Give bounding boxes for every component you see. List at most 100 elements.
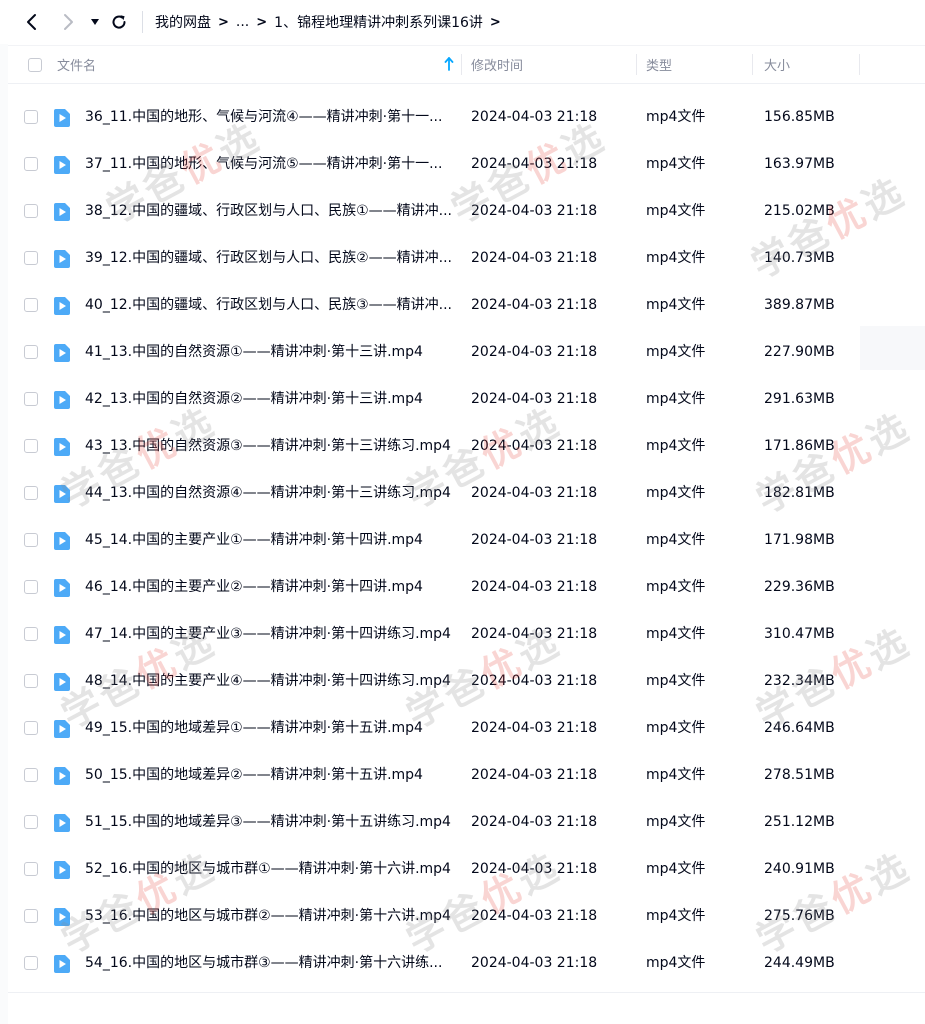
file-size: 156.85MB — [764, 109, 835, 125]
video-file-icon — [54, 250, 70, 268]
forward-button[interactable] — [52, 6, 84, 38]
file-type: mp4文件 — [646, 814, 706, 830]
row-checkbox[interactable] — [24, 533, 38, 547]
row-checkbox[interactable] — [24, 721, 38, 735]
history-dropdown-button[interactable] — [86, 6, 104, 38]
file-name[interactable]: 46_14.中国的主要产业②——精讲冲刺·第十四讲.mp4 — [85, 564, 455, 611]
file-row[interactable]: 47_14.中国的主要产业③——精讲冲刺·第十四讲练习.mp4 2024-04-… — [8, 611, 925, 658]
file-name[interactable]: 52_16.中国的地区与城市群①——精讲冲刺·第十六讲.mp4 — [85, 846, 455, 893]
left-edge — [0, 44, 8, 1024]
back-button[interactable] — [16, 6, 48, 38]
video-file-icon — [54, 297, 70, 315]
row-checkbox[interactable] — [24, 486, 38, 500]
column-header-type[interactable]: 类型 — [646, 46, 672, 83]
breadcrumb-root[interactable]: 我的网盘 — [155, 12, 211, 32]
file-row[interactable]: 46_14.中国的主要产业②——精讲冲刺·第十四讲.mp4 2024-04-03… — [8, 564, 925, 611]
file-modified-time: 2024-04-03 21:18 — [471, 626, 598, 642]
file-name[interactable]: 48_14.中国的主要产业④——精讲冲刺·第十四讲练习.mp4 — [85, 658, 455, 705]
breadcrumb-current[interactable]: 1、锦程地理精讲冲刺系列课16讲 — [274, 12, 483, 32]
file-type: mp4文件 — [646, 250, 706, 266]
row-checkbox[interactable] — [24, 251, 38, 265]
row-checkbox[interactable] — [24, 298, 38, 312]
breadcrumb: 我的网盘 > ... > 1、锦程地理精讲冲刺系列课16讲 > — [155, 12, 508, 32]
row-checkbox[interactable] — [24, 815, 38, 829]
file-name[interactable]: 39_12.中国的疆域、行政区划与人口、民族②——精讲冲... — [85, 235, 455, 282]
column-divider[interactable] — [752, 54, 753, 75]
select-all-checkbox[interactable] — [28, 57, 42, 72]
column-header-name[interactable]: 文件名 — [57, 46, 96, 83]
file-modified-time: 2024-04-03 21:18 — [471, 297, 598, 313]
file-row[interactable]: 45_14.中国的主要产业①——精讲冲刺·第十四讲.mp4 2024-04-03… — [8, 517, 925, 564]
file-name[interactable]: 50_15.中国的地域差异②——精讲冲刺·第十五讲.mp4 — [85, 752, 455, 799]
video-file-icon — [54, 673, 70, 691]
file-row[interactable]: 54_16.中国的地区与城市群③——精讲冲刺·第十六讲练... 2024-04-… — [8, 940, 925, 987]
file-row[interactable]: 39_12.中国的疆域、行政区划与人口、民族②——精讲冲... 2024-04-… — [8, 235, 925, 282]
row-checkbox[interactable] — [24, 627, 38, 641]
row-checkbox[interactable] — [24, 110, 38, 124]
file-row[interactable]: 52_16.中国的地区与城市群①——精讲冲刺·第十六讲.mp4 2024-04-… — [8, 846, 925, 893]
file-type: mp4文件 — [646, 955, 706, 971]
file-row[interactable]: 40_12.中国的疆域、行政区划与人口、民族③——精讲冲... 2024-04-… — [8, 282, 925, 329]
file-name[interactable]: 40_12.中国的疆域、行政区划与人口、民族③——精讲冲... — [85, 282, 455, 329]
file-row[interactable]: 53_16.中国的地区与城市群②——精讲冲刺·第十六讲.mp4 2024-04-… — [8, 893, 925, 940]
row-checkbox[interactable] — [24, 345, 38, 359]
file-name[interactable]: 51_15.中国的地域差异③——精讲冲刺·第十五讲练习.mp4 — [85, 799, 455, 846]
refresh-button[interactable] — [106, 6, 132, 38]
file-row[interactable]: 41_13.中国的自然资源①——精讲冲刺·第十三讲.mp4 2024-04-03… — [8, 329, 925, 376]
file-row[interactable]: 38_12.中国的疆域、行政区划与人口、民族①——精讲冲... 2024-04-… — [8, 188, 925, 235]
file-modified-time: 2024-04-03 21:18 — [471, 767, 598, 783]
file-name[interactable]: 53_16.中国的地区与城市群②——精讲冲刺·第十六讲.mp4 — [85, 893, 455, 940]
file-type: mp4文件 — [646, 673, 706, 689]
file-type: mp4文件 — [646, 532, 706, 548]
column-divider[interactable] — [859, 54, 860, 75]
row-checkbox[interactable] — [24, 204, 38, 218]
file-manager-page: 我的网盘 > ... > 1、锦程地理精讲冲刺系列课16讲 > 文件名 修改时间… — [0, 0, 925, 1024]
row-checkbox[interactable] — [24, 909, 38, 923]
select-all-cell — [28, 46, 42, 83]
file-name[interactable]: 38_12.中国的疆域、行政区划与人口、民族①——精讲冲... — [85, 188, 455, 235]
file-row[interactable]: 51_15.中国的地域差异③——精讲冲刺·第十五讲练习.mp4 2024-04-… — [8, 799, 925, 846]
video-file-icon — [54, 344, 70, 362]
row-checkbox[interactable] — [24, 580, 38, 594]
file-row[interactable]: 44_13.中国的自然资源④——精讲冲刺·第十三讲练习.mp4 2024-04-… — [8, 470, 925, 517]
file-size: 163.97MB — [764, 156, 835, 172]
column-header-modified[interactable]: 修改时间 — [471, 46, 523, 83]
file-type: mp4文件 — [646, 438, 706, 454]
file-name[interactable]: 43_13.中国的自然资源③——精讲冲刺·第十三讲练习.mp4 — [85, 423, 455, 470]
row-checkbox[interactable] — [24, 439, 38, 453]
file-row[interactable]: 42_13.中国的自然资源②——精讲冲刺·第十三讲.mp4 2024-04-03… — [8, 376, 925, 423]
row-checkbox[interactable] — [24, 157, 38, 171]
file-name[interactable]: 36_11.中国的地形、气候与河流④——精讲冲刺·第十一... — [85, 94, 455, 141]
column-divider[interactable] — [636, 54, 637, 75]
file-name[interactable]: 47_14.中国的主要产业③——精讲冲刺·第十四讲练习.mp4 — [85, 611, 455, 658]
file-rows: 35_11.中国的地形、气候与河流③——精讲冲刺·第十一... 2024-04-… — [8, 82, 925, 987]
refresh-icon — [112, 15, 126, 29]
breadcrumb-ellipsis[interactable]: ... — [236, 14, 249, 30]
file-name[interactable]: 45_14.中国的主要产业①——精讲冲刺·第十四讲.mp4 — [85, 517, 455, 564]
file-row[interactable]: 49_15.中国的地域差异①——精讲冲刺·第十五讲.mp4 2024-04-03… — [8, 705, 925, 752]
column-header-size[interactable]: 大小 — [764, 46, 790, 83]
file-name[interactable]: 49_15.中国的地域差异①——精讲冲刺·第十五讲.mp4 — [85, 705, 455, 752]
file-row[interactable]: 37_11.中国的地形、气候与河流⑤——精讲冲刺·第十一... 2024-04-… — [8, 141, 925, 188]
file-row[interactable]: 36_11.中国的地形、气候与河流④——精讲冲刺·第十一... 2024-04-… — [8, 94, 925, 141]
arrow-up-icon[interactable] — [444, 57, 454, 71]
file-modified-time: 2024-04-03 21:18 — [471, 673, 598, 689]
video-file-icon — [54, 391, 70, 409]
file-name[interactable]: 54_16.中国的地区与城市群③——精讲冲刺·第十六讲练... — [85, 940, 455, 987]
file-row[interactable]: 48_14.中国的主要产业④——精讲冲刺·第十四讲练习.mp4 2024-04-… — [8, 658, 925, 705]
row-checkbox[interactable] — [24, 768, 38, 782]
file-name[interactable]: 44_13.中国的自然资源④——精讲冲刺·第十三讲练习.mp4 — [85, 470, 455, 517]
row-checkbox[interactable] — [24, 956, 38, 970]
column-divider[interactable] — [461, 54, 462, 75]
row-checkbox[interactable] — [24, 392, 38, 406]
file-row[interactable]: 43_13.中国的自然资源③——精讲冲刺·第十三讲练习.mp4 2024-04-… — [8, 423, 925, 470]
file-name[interactable]: 42_13.中国的自然资源②——精讲冲刺·第十三讲.mp4 — [85, 376, 455, 423]
file-name[interactable]: 41_13.中国的自然资源①——精讲冲刺·第十三讲.mp4 — [85, 329, 455, 376]
file-row[interactable]: 50_15.中国的地域差异②——精讲冲刺·第十五讲.mp4 2024-04-03… — [8, 752, 925, 799]
row-checkbox[interactable] — [24, 674, 38, 688]
row-checkbox[interactable] — [24, 862, 38, 876]
list-header: 文件名 修改时间 类型 大小 — [8, 45, 925, 84]
file-size: 182.81MB — [764, 485, 835, 501]
file-type: mp4文件 — [646, 767, 706, 783]
file-name[interactable]: 37_11.中国的地形、气候与河流⑤——精讲冲刺·第十一... — [85, 141, 455, 188]
